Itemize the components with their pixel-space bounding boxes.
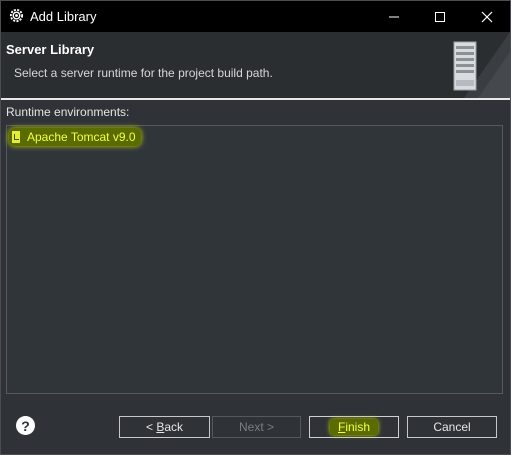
minimize-button[interactable] [371,1,417,32]
title-bar[interactable]: Add Library [1,1,510,32]
runtime-list[interactable]: Apache Tomcat v9.0 [6,125,503,394]
minimize-icon [389,16,399,17]
runtime-item-label: Apache Tomcat v9.0 [27,130,136,144]
finish-label: Finish [329,419,379,435]
add-library-dialog: Add Library Server Library Select a serv… [0,0,511,455]
next-button[interactable]: Next > [212,416,301,438]
list-item[interactable]: Apache Tomcat v9.0 [9,128,141,146]
page-title: Server Library [6,42,95,57]
help-icon: ? [21,417,30,434]
close-button[interactable] [464,1,510,32]
window-title: Add Library [30,9,97,24]
cancel-label: Cancel [433,420,471,434]
back-rest: ack [164,420,184,434]
wizard-header: Server Library Select a server runtime f… [1,32,510,98]
finish-button[interactable]: Finish [309,416,399,438]
back-button[interactable]: < Back [119,416,210,438]
runtime-environments-label: Runtime environments: [6,105,130,119]
page-description: Select a server runtime for the project … [14,66,273,80]
next-label: Next > [238,420,274,434]
back-mnemonic: B [156,420,165,434]
back-prefix: < [145,420,157,434]
cancel-button[interactable]: Cancel [407,416,497,438]
maximize-icon [435,11,445,22]
finish-rest: inish [345,420,371,434]
header-separator [1,98,510,100]
server-icon [453,32,510,98]
close-icon [481,11,493,22]
eclipse-gear-icon [9,8,24,23]
runtime-checkbox[interactable] [12,131,20,143]
maximize-button[interactable] [417,1,463,32]
help-button[interactable]: ? [16,416,35,435]
